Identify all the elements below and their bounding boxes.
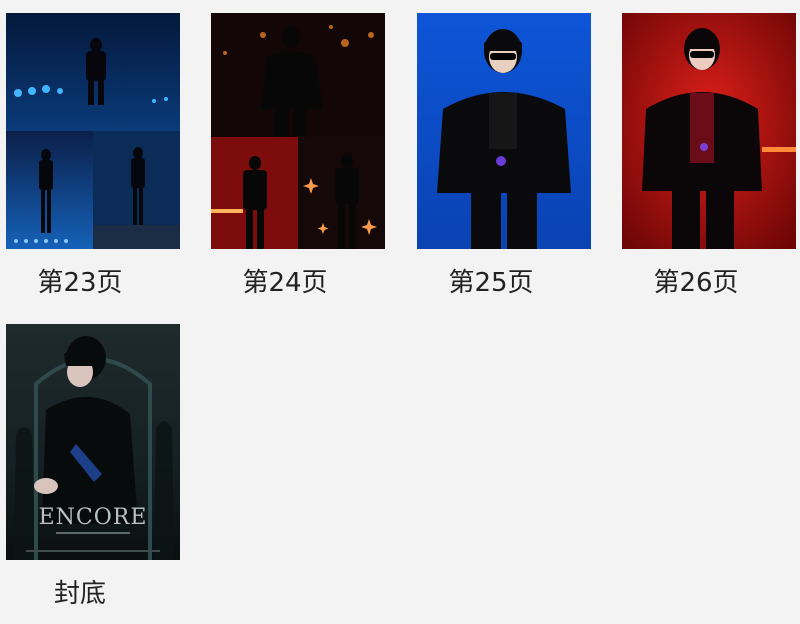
page-26-caption: 第26页 xyxy=(653,268,739,298)
page-25-image xyxy=(417,13,591,249)
page-26-thumbnail[interactable] xyxy=(622,13,796,249)
poster-title-text: ENCORE xyxy=(39,505,148,530)
back-cover-caption: 封底 xyxy=(53,579,106,609)
back-cover-image: ENCORE xyxy=(6,324,180,560)
page-24-caption: 第24页 xyxy=(242,268,328,298)
page-25-caption: 第25页 xyxy=(448,268,534,298)
page-25-thumbnail[interactable] xyxy=(417,13,591,249)
back-cover-thumbnail[interactable]: ENCORE xyxy=(6,324,180,560)
page-23-thumbnail[interactable] xyxy=(6,13,180,249)
page-23-caption: 第23页 xyxy=(37,268,123,298)
page-23-image xyxy=(6,13,180,249)
page-24-image xyxy=(211,13,385,249)
page-24-thumbnail[interactable] xyxy=(211,13,385,249)
page-26-image xyxy=(622,13,796,249)
